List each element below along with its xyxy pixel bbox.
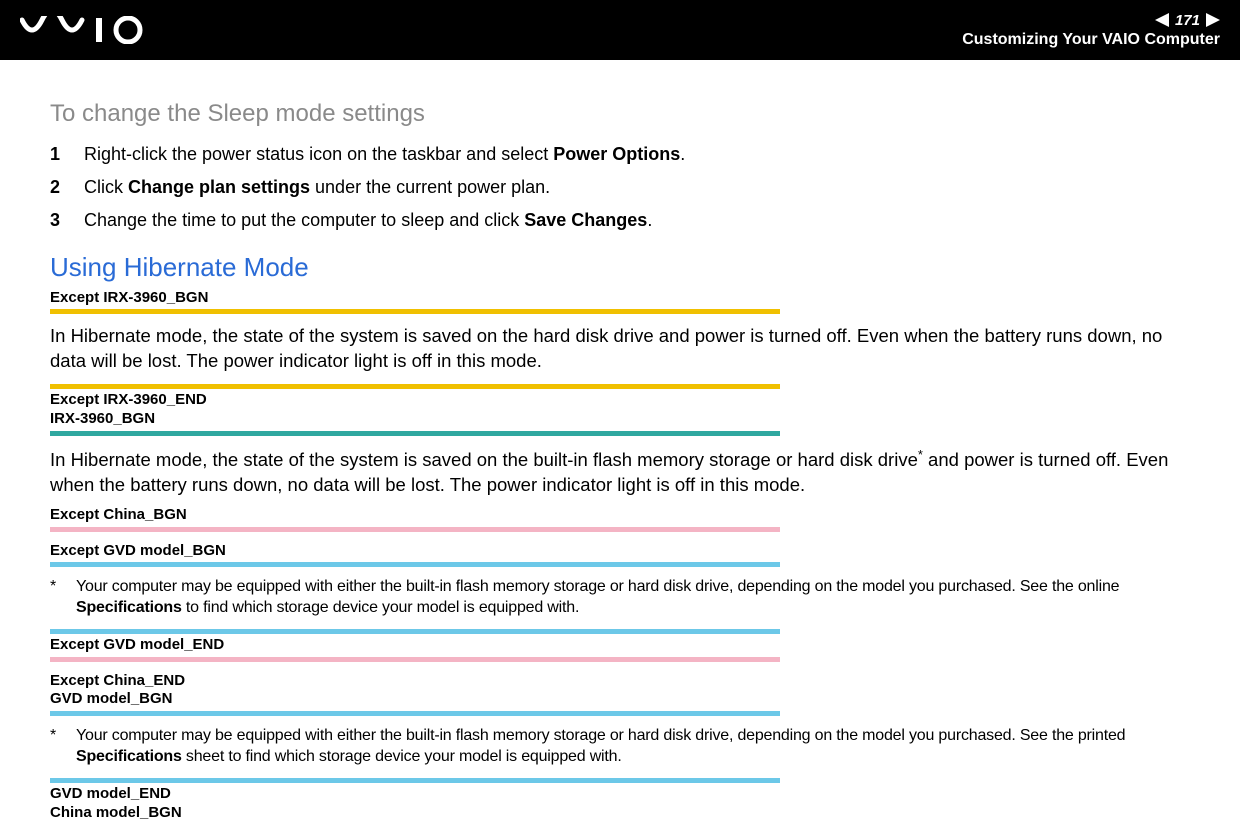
step-number: 3: [50, 208, 66, 233]
nav-next-icon[interactable]: [1206, 13, 1220, 27]
text: to find which storage device your model …: [182, 599, 580, 616]
text-bold: Specifications: [76, 599, 182, 616]
tag-gvd-bgn: Except GVD model_BGN: [50, 542, 1200, 561]
step-text: Click Change plan settings under the cur…: [84, 175, 550, 200]
tag-irx-end: Except IRX-3960_END IRX-3960_BGN: [50, 391, 1200, 429]
step-text: Change the time to put the computer to s…: [84, 208, 652, 233]
text: Your computer may be equipped with eithe…: [76, 727, 1125, 744]
text: Click: [84, 177, 128, 197]
text: GVD model_BGN: [50, 690, 173, 707]
footnote-text: Your computer may be equipped with eithe…: [76, 726, 1200, 768]
step-1: 1 Right-click the power status icon on t…: [50, 142, 1200, 167]
page-nav: 171: [962, 12, 1220, 29]
section-sleep-title: To change the Sleep mode settings: [50, 100, 1200, 128]
text: Right-click the power status icon on the…: [84, 144, 553, 164]
page-content: To change the Sleep mode settings 1 Righ…: [0, 60, 1240, 822]
text: Except China_END: [50, 672, 185, 689]
header-subtitle: Customizing Your VAIO Computer: [962, 31, 1220, 49]
text: Except IRX-3960_END: [50, 391, 207, 408]
vaio-logo: [20, 16, 150, 44]
step-number: 1: [50, 142, 66, 167]
steps-list: 1 Right-click the power status icon on t…: [50, 142, 1200, 234]
rule-cyan: [50, 562, 780, 567]
text-bold: Change plan settings: [128, 177, 310, 197]
step-text: Right-click the power status icon on the…: [84, 142, 685, 167]
asterisk: *: [50, 577, 62, 619]
text-bold: Save Changes: [524, 210, 647, 230]
hibernate-para-1: In Hibernate mode, the state of the syst…: [50, 324, 1200, 374]
page-number: 171: [1175, 12, 1200, 29]
text: sheet to find which storage device your …: [182, 748, 622, 765]
tag-china-end: Except China_END GVD model_BGN: [50, 672, 1200, 710]
text: In Hibernate mode, the state of the syst…: [50, 449, 918, 470]
text: China model_BGN: [50, 804, 182, 821]
rule-pink: [50, 527, 780, 532]
rule-jade: [50, 431, 780, 436]
text-bold: Specifications: [76, 748, 182, 765]
text: IRX-3960_BGN: [50, 410, 155, 427]
footnote-2: * Your computer may be equipped with eit…: [50, 726, 1200, 768]
rule-pink: [50, 657, 780, 662]
hibernate-para-2: In Hibernate mode, the state of the syst…: [50, 446, 1200, 498]
text: Your computer may be equipped with eithe…: [76, 578, 1119, 595]
tag-gvd-model-end: GVD model_END China model_BGN: [50, 785, 1200, 822]
nav-prev-icon[interactable]: [1155, 13, 1169, 27]
header-bar: 171 Customizing Your VAIO Computer: [0, 0, 1240, 60]
step-2: 2 Click Change plan settings under the c…: [50, 175, 1200, 200]
text: GVD model_END: [50, 785, 171, 802]
header-right: 171 Customizing Your VAIO Computer: [962, 12, 1220, 49]
rule-cyan: [50, 629, 780, 634]
tag-gvd-end: Except GVD model_END: [50, 636, 1200, 655]
asterisk: *: [50, 726, 62, 768]
rule-cyan: [50, 778, 780, 783]
footnote-text: Your computer may be equipped with eithe…: [76, 577, 1200, 619]
tag-irx-bgn: Except IRX-3960_BGN: [50, 289, 1200, 308]
footnote-1: * Your computer may be equipped with eit…: [50, 577, 1200, 619]
rule-cyan: [50, 711, 780, 716]
step-number: 2: [50, 175, 66, 200]
text: Change the time to put the computer to s…: [84, 210, 524, 230]
text-bold: Power Options: [553, 144, 680, 164]
tag-china-bgn: Except China_BGN: [50, 506, 1200, 525]
step-3: 3 Change the time to put the computer to…: [50, 208, 1200, 233]
text: .: [647, 210, 652, 230]
text: under the current power plan.: [310, 177, 550, 197]
rule-yellow: [50, 384, 780, 389]
rule-yellow: [50, 309, 780, 314]
text: .: [680, 144, 685, 164]
section-hibernate-title: Using Hibernate Mode: [50, 252, 1200, 283]
